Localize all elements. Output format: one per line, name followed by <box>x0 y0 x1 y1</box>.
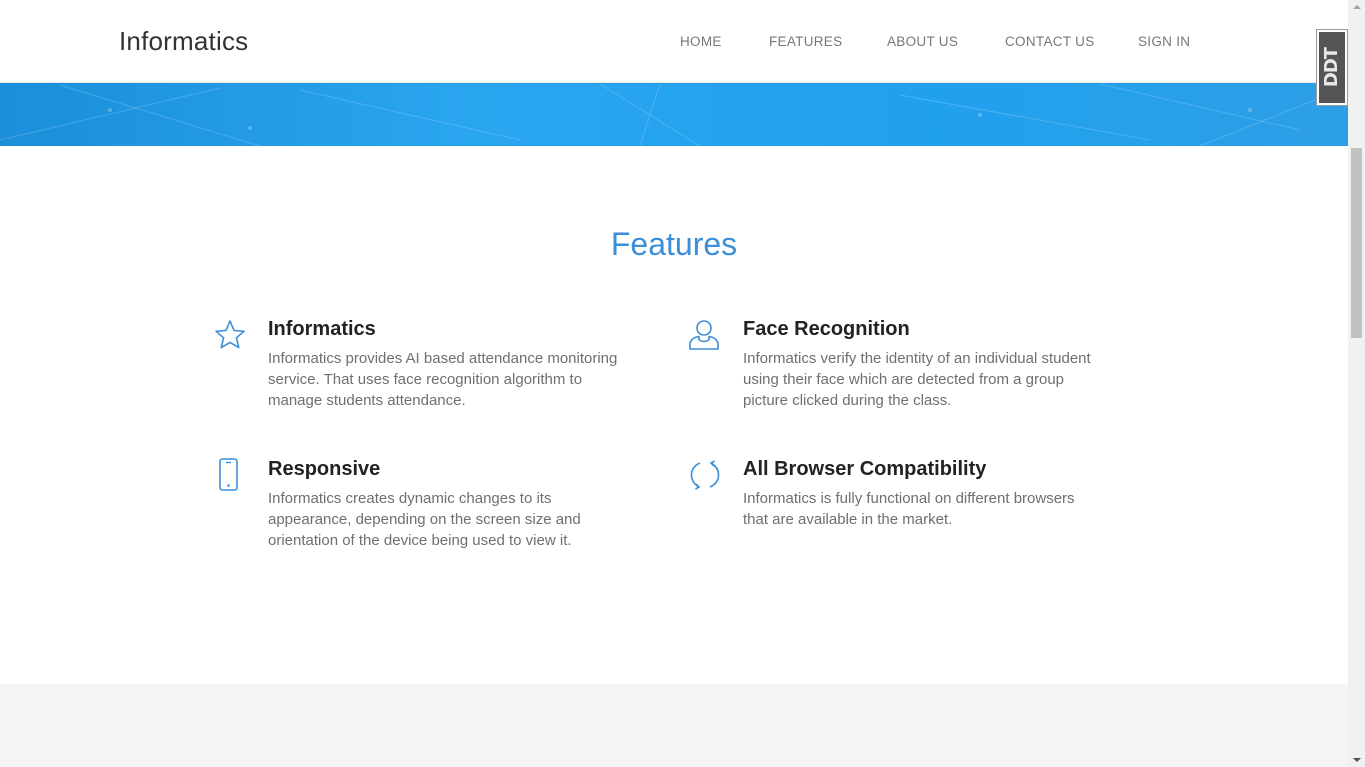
feature-description: Informatics creates dynamic changes to i… <box>268 490 581 549</box>
page-scrollbar[interactable] <box>1348 0 1365 767</box>
star-icon <box>213 318 247 352</box>
nav-about-us[interactable]: ABOUT US <box>887 34 958 49</box>
feature-description: Informatics is fully functional on diffe… <box>743 490 1075 528</box>
widget-label: DDT <box>1321 47 1343 88</box>
scroll-down-arrow-icon[interactable] <box>1353 758 1361 762</box>
navbar: Informatics HOME FEATURES ABOUT US CONTA… <box>0 0 1348 83</box>
features-title: Features <box>610 226 738 262</box>
side-widget[interactable]: DDT <box>1316 29 1348 106</box>
feature-description: Informatics provides AI based attendance… <box>268 350 618 409</box>
refresh-icon <box>688 458 722 492</box>
nav-contact-us[interactable]: CONTACT US <box>1005 34 1095 49</box>
scroll-thumb[interactable] <box>1351 148 1362 338</box>
next-section <box>0 684 1348 767</box>
nav-menu: HOME FEATURES ABOUT US CONTACT US SIGN I… <box>0 34 1348 54</box>
user-icon <box>688 318 722 352</box>
feature-description: Informatics verify the identity of an in… <box>743 350 1091 409</box>
mobile-icon <box>213 458 247 492</box>
nav-sign-in[interactable]: SIGN IN <box>1138 34 1190 49</box>
feature-title: Responsive <box>268 458 381 480</box>
nav-home[interactable]: HOME <box>680 34 722 49</box>
nav-features[interactable]: FEATURES <box>769 34 842 49</box>
feature-title: All Browser Compatibility <box>743 458 987 480</box>
feature-title: Face Recognition <box>743 318 910 340</box>
feature-title: Informatics <box>268 318 376 340</box>
scroll-up-arrow-icon[interactable] <box>1353 5 1361 9</box>
